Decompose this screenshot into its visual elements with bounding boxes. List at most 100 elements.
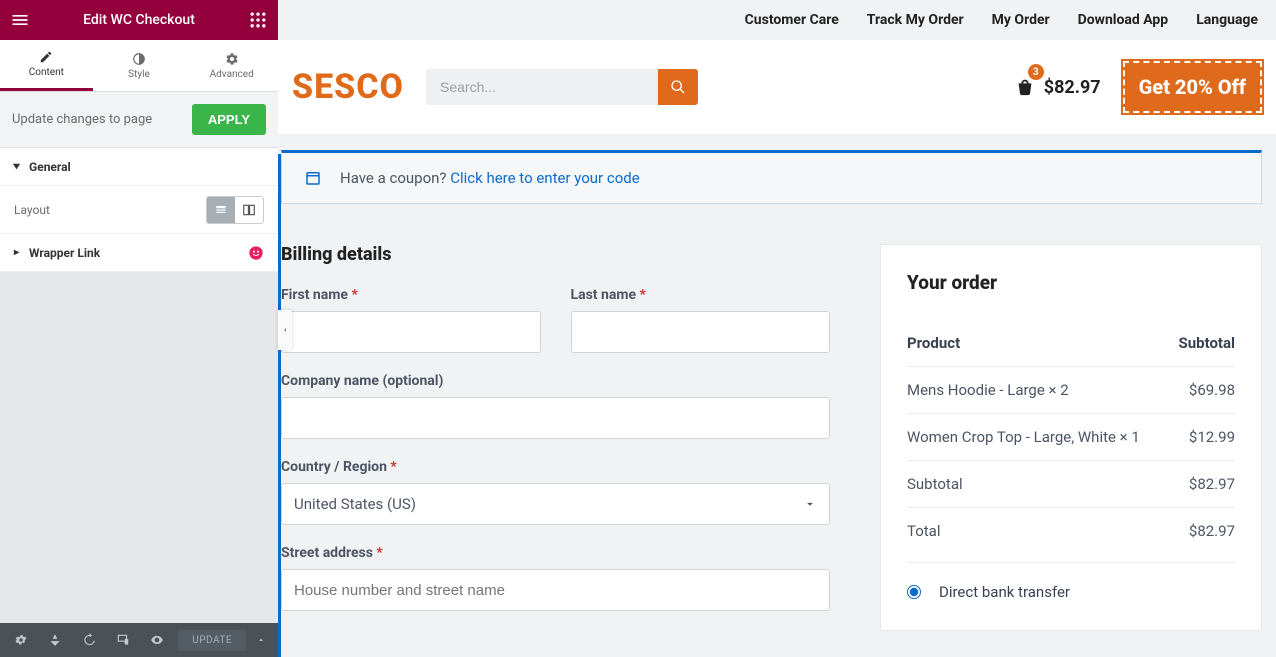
update-button[interactable]: UPDATE — [178, 630, 246, 651]
order-item-price: $69.98 — [1189, 381, 1235, 399]
company-input[interactable] — [281, 397, 830, 439]
nav-track-order[interactable]: Track My Order — [867, 12, 964, 28]
payment-bank-label: Direct bank transfer — [939, 583, 1070, 601]
order-subtotal-row: Subtotal $82.97 — [907, 460, 1235, 507]
coupon-link[interactable]: Click here to enter your code — [450, 169, 639, 187]
search-button[interactable] — [658, 69, 698, 105]
tab-style-label: Style — [128, 69, 150, 80]
cart-total: $82.97 — [1044, 77, 1101, 98]
field-street: Street address * — [281, 545, 830, 611]
order-subtotal-label: Subtotal — [907, 475, 963, 493]
order-item-name: Mens Hoodie - Large × 2 — [907, 381, 1069, 399]
order-total-value: $82.97 — [1189, 522, 1235, 540]
order-title: Your order — [907, 271, 1235, 294]
field-last-name: Last name * — [571, 287, 831, 353]
section-wrapper-link[interactable]: ▸ Wrapper Link — [0, 234, 278, 272]
chevron-down-icon — [803, 497, 817, 511]
calendar-icon — [304, 169, 322, 187]
order-table: Product Subtotal Mens Hoodie - Large × 2… — [907, 320, 1235, 554]
preview-pane: Customer Care Track My Order My Order Do… — [278, 0, 1276, 657]
first-name-input[interactable] — [281, 311, 541, 353]
country-value: United States (US) — [294, 495, 416, 513]
search-input[interactable] — [426, 69, 658, 105]
editor-tabs: Content Style Advanced — [0, 40, 278, 92]
nav-customer-care[interactable]: Customer Care — [745, 12, 839, 28]
billing-title: Billing details — [281, 244, 830, 265]
order-item-name: Women Crop Top - Large, White × 1 — [907, 428, 1140, 446]
order-header-product: Product — [907, 334, 960, 352]
last-name-input[interactable] — [571, 311, 831, 353]
tab-advanced[interactable]: Advanced — [185, 40, 278, 91]
editor-title: Edit WC Checkout — [83, 12, 195, 28]
apps-grid-icon[interactable] — [248, 10, 268, 30]
checkout-content: Have a coupon? Click here to enter your … — [278, 134, 1276, 657]
layout-option-split[interactable] — [235, 197, 263, 223]
layout-label: Layout — [14, 203, 50, 217]
tab-content[interactable]: Content — [0, 40, 93, 91]
editor-footer: UPDATE — [0, 623, 278, 657]
layout-option-single[interactable] — [207, 197, 235, 223]
search-wrap — [426, 69, 698, 105]
last-name-label: Last name * — [571, 287, 831, 303]
section-wrapper-link-label: Wrapper Link — [29, 246, 100, 260]
site-logo[interactable]: SESCO — [292, 67, 404, 107]
order-header-row: Product Subtotal — [907, 320, 1235, 366]
preview-icon[interactable] — [142, 627, 172, 653]
order-total-row: Total $82.97 — [907, 507, 1235, 554]
country-select[interactable]: United States (US) — [281, 483, 830, 525]
cart-count-badge: 3 — [1028, 64, 1044, 80]
navigator-icon[interactable] — [40, 627, 70, 653]
caret-right-icon: ▸ — [14, 247, 19, 258]
field-first-name: First name * — [281, 287, 541, 353]
hamburger-icon[interactable] — [10, 10, 30, 30]
promo-button[interactable]: Get 20% Off — [1123, 61, 1262, 113]
order-item-row: Mens Hoodie - Large × 2 $69.98 — [907, 366, 1235, 413]
company-label: Company name (optional) — [281, 373, 830, 389]
section-general[interactable]: ▾ General — [0, 148, 278, 186]
coupon-notice: Have a coupon? Click here to enter your … — [281, 150, 1262, 204]
site-header: SESCO 3 $82.97 Get 20% Off — [278, 40, 1276, 134]
update-message: Update changes to page — [12, 112, 152, 127]
payment-radio-bank[interactable] — [907, 585, 921, 599]
collapse-sidebar-handle[interactable] — [278, 310, 292, 350]
tab-style[interactable]: Style — [93, 40, 186, 91]
layout-control: Layout — [0, 186, 278, 234]
nav-my-order[interactable]: My Order — [992, 12, 1050, 28]
nav-language[interactable]: Language — [1196, 12, 1258, 28]
coupon-prompt: Have a coupon? — [340, 169, 450, 187]
coupon-text: Have a coupon? Click here to enter your … — [340, 169, 640, 187]
street-label: Street address * — [281, 545, 830, 561]
billing-section: Billing details First name * Last name *… — [281, 244, 830, 631]
search-icon — [670, 79, 686, 95]
nav-download-app[interactable]: Download App — [1078, 12, 1169, 28]
happy-addons-icon — [248, 245, 264, 261]
update-options-icon[interactable] — [250, 627, 272, 653]
first-name-label: First name * — [281, 287, 541, 303]
history-icon[interactable] — [74, 627, 104, 653]
apply-row: Update changes to page APPLY — [0, 92, 278, 148]
cart[interactable]: 3 $82.97 — [1014, 76, 1101, 98]
layout-toggle — [206, 196, 264, 224]
country-label: Country / Region * — [281, 459, 830, 475]
editor-header: Edit WC Checkout — [0, 0, 278, 40]
top-nav: Customer Care Track My Order My Order Do… — [278, 0, 1276, 40]
field-country: Country / Region * United States (US) — [281, 459, 830, 525]
order-subtotal-value: $82.97 — [1189, 475, 1235, 493]
tab-content-label: Content — [29, 67, 64, 78]
selection-indicator — [278, 154, 281, 657]
payment-option-bank[interactable]: Direct bank transfer — [907, 562, 1235, 601]
field-company: Company name (optional) — [281, 373, 830, 439]
caret-down-icon: ▾ — [13, 161, 20, 172]
order-total-label: Total — [907, 522, 941, 540]
tab-advanced-label: Advanced — [210, 69, 254, 80]
section-general-label: General — [29, 160, 71, 174]
order-summary: Your order Product Subtotal Mens Hoodie … — [880, 244, 1262, 631]
street-input[interactable] — [281, 569, 830, 611]
apply-button[interactable]: APPLY — [192, 104, 266, 135]
responsive-icon[interactable] — [108, 627, 138, 653]
order-item-price: $12.99 — [1189, 428, 1235, 446]
editor-sidebar: Edit WC Checkout Content Style Advanced … — [0, 0, 278, 657]
order-header-subtotal: Subtotal — [1179, 334, 1236, 352]
order-item-row: Women Crop Top - Large, White × 1 $12.99 — [907, 413, 1235, 460]
settings-icon[interactable] — [6, 627, 36, 653]
